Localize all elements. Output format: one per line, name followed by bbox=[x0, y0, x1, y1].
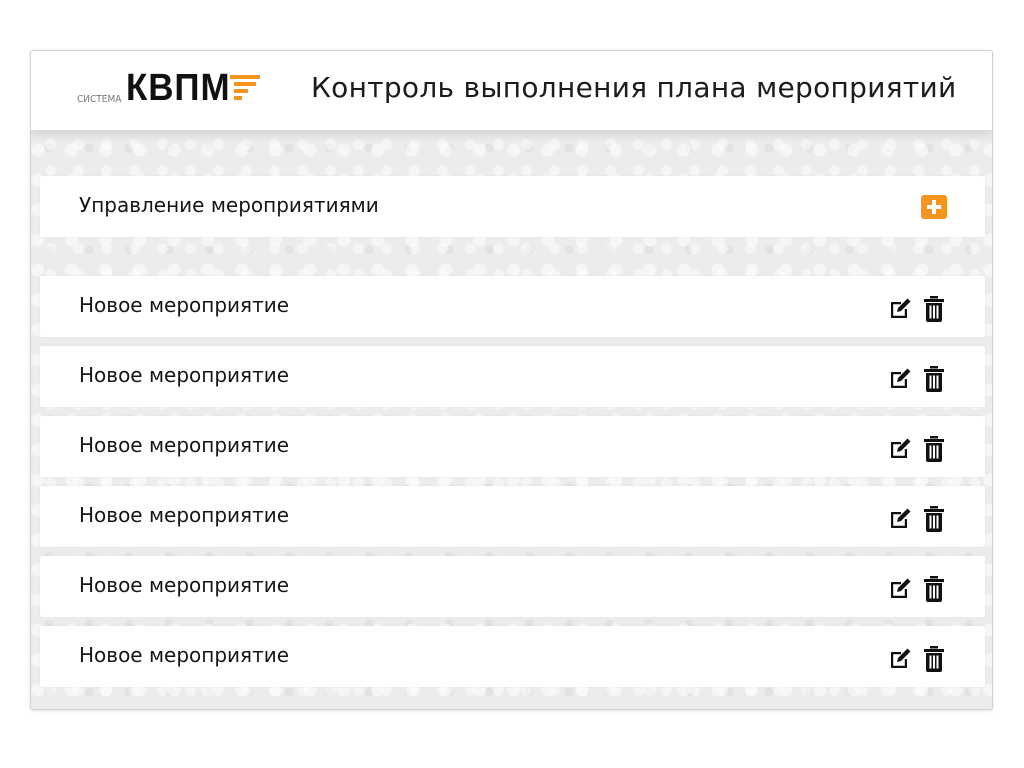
event-name: Новое мероприятие bbox=[79, 643, 290, 667]
event-name: Новое мероприятие bbox=[79, 363, 290, 387]
event-actions bbox=[887, 576, 947, 602]
event-name: Новое мероприятие bbox=[79, 293, 290, 317]
edit-icon[interactable] bbox=[887, 296, 913, 322]
logo: СИСТЕМА КВПМ bbox=[77, 67, 267, 113]
page-title: Контроль выполнения плана мероприятий bbox=[311, 71, 957, 104]
event-actions bbox=[887, 296, 947, 322]
add-event-button[interactable] bbox=[921, 195, 947, 219]
trash-icon[interactable] bbox=[921, 576, 947, 602]
trash-icon[interactable] bbox=[921, 436, 947, 462]
event-row[interactable]: Новое мероприятие bbox=[40, 346, 985, 407]
trash-icon[interactable] bbox=[921, 646, 947, 672]
event-row[interactable]: Новое мероприятие bbox=[40, 416, 985, 477]
header: СИСТЕМА КВПМ Контроль выполнения плана м… bbox=[31, 51, 992, 131]
trash-icon[interactable] bbox=[921, 506, 947, 532]
edit-icon[interactable] bbox=[887, 366, 913, 392]
event-name: Новое мероприятие bbox=[79, 433, 290, 457]
edit-icon[interactable] bbox=[887, 436, 913, 462]
edit-icon[interactable] bbox=[887, 506, 913, 532]
event-actions bbox=[887, 436, 947, 462]
event-row[interactable]: Новое мероприятие bbox=[40, 556, 985, 617]
trash-icon[interactable] bbox=[921, 366, 947, 392]
management-label: Управление мероприятиями bbox=[79, 193, 379, 217]
event-row[interactable]: Новое мероприятие bbox=[40, 626, 985, 687]
management-panel: Управление мероприятиями bbox=[40, 176, 985, 237]
logo-wordmark: КВПМ bbox=[126, 67, 231, 109]
event-name: Новое мероприятие bbox=[79, 503, 290, 527]
app-window: СИСТЕМА КВПМ Контроль выполнения плана м… bbox=[30, 50, 993, 710]
logo-mark-icon bbox=[230, 75, 260, 100]
event-actions bbox=[887, 366, 947, 392]
edit-icon[interactable] bbox=[887, 646, 913, 672]
trash-icon[interactable] bbox=[921, 296, 947, 322]
edit-icon[interactable] bbox=[887, 576, 913, 602]
event-name: Новое мероприятие bbox=[79, 573, 290, 597]
logo-caption: СИСТЕМА bbox=[77, 94, 122, 105]
event-actions bbox=[887, 646, 947, 672]
event-row[interactable]: Новое мероприятие bbox=[40, 276, 985, 337]
event-row[interactable]: Новое мероприятие bbox=[40, 486, 985, 547]
event-actions bbox=[887, 506, 947, 532]
